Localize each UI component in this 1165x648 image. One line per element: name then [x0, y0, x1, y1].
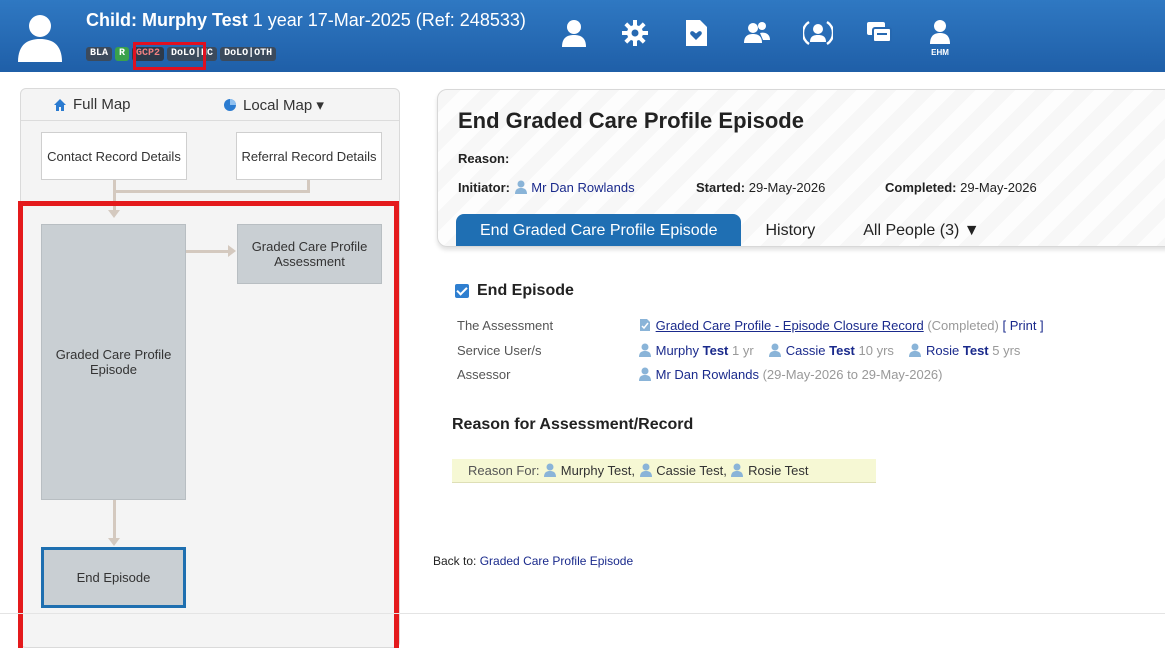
person-icon: [639, 367, 651, 381]
map-highlight-frame: [18, 201, 399, 648]
map-node-contact-record[interactable]: Contact Record Details: [41, 132, 187, 180]
ehm-label: EHM: [931, 48, 949, 57]
person-icon: [769, 343, 782, 357]
initiator-meta: Initiator: Mr Dan Rowlands: [458, 180, 635, 195]
badge-dolo-oth[interactable]: DoLO|OTH: [220, 47, 277, 61]
end-episode-heading: End Episode: [455, 282, 574, 300]
reason-meta: Reason:: [458, 151, 510, 166]
people-icon: [744, 22, 770, 43]
reason-person: Cassie Test,: [656, 463, 727, 478]
document-heart-icon: [686, 20, 707, 46]
episode-card: End Graded Care Profile Episode Reason: …: [437, 89, 1165, 247]
episode-tabs: End Graded Care Profile Episode History …: [456, 212, 1004, 246]
footer-divider: [0, 613, 1165, 614]
person-icon: [544, 463, 557, 477]
documents-button[interactable]: [677, 18, 715, 58]
person-button[interactable]: [555, 18, 593, 58]
app-header: Child: Murphy Test 1 year 17-Mar-2025 (R…: [0, 0, 1165, 72]
person-icon: [639, 463, 652, 477]
initiator-link[interactable]: Mr Dan Rowlands: [531, 180, 634, 195]
badge-r[interactable]: R: [115, 47, 130, 61]
tab-all-people[interactable]: All People (3) ▼: [839, 214, 1003, 246]
person-icon: [731, 463, 744, 477]
child-avatar-icon: [18, 15, 62, 62]
reason-person: Murphy Test,: [560, 463, 635, 478]
messages-button[interactable]: [860, 18, 898, 58]
pie-chart-icon: [224, 99, 236, 111]
back-link[interactable]: Graded Care Profile Episode: [480, 554, 633, 568]
person-icon: [639, 343, 651, 357]
assessment-link[interactable]: Graded Care Profile - Episode Closure Re…: [656, 318, 924, 333]
person-icon: [562, 20, 586, 47]
reason-heading: Reason for Assessment/Record: [452, 416, 694, 433]
tab-end-episode[interactable]: End Graded Care Profile Episode: [456, 214, 742, 246]
map-tabs: Full Map Local Map ▾: [21, 89, 399, 121]
tab-history[interactable]: History: [741, 214, 839, 246]
map-node-referral-record[interactable]: Referral Record Details: [236, 132, 382, 180]
chat-icon: [867, 22, 892, 43]
connector-line: [113, 190, 310, 193]
print-link[interactable]: [ Print ]: [1002, 318, 1043, 333]
assessor-label: Assessor: [457, 367, 511, 382]
contacts-button[interactable]: [799, 18, 837, 58]
checkbox-icon: [455, 284, 469, 298]
badge-bla[interactable]: BLA: [86, 47, 113, 61]
reason-box: Reason For: Murphy Test, Cassie Test, Ro…: [452, 459, 876, 483]
gear-icon: [622, 20, 648, 46]
assessment-status: (Completed): [927, 318, 999, 333]
completed-meta: Completed: 29-May-2026: [885, 180, 1037, 195]
relationships-button[interactable]: [738, 18, 776, 58]
service-users-label: Service User/s: [457, 343, 542, 358]
gcp2-highlight: [133, 42, 206, 70]
reason-person: Rosie Test: [748, 463, 809, 478]
child-title: Child: Murphy Test 1 year 17-Mar-2025 (R…: [86, 10, 526, 30]
service-users-value: Murphy Test 1 yr Cassie Test 10 yrs Rosi…: [638, 343, 1020, 358]
assessor-link[interactable]: Mr Dan Rowlands: [656, 367, 759, 382]
full-map-tab[interactable]: Full Map: [53, 96, 131, 113]
back-to: Back to: Graded Care Profile Episode: [433, 554, 634, 568]
service-user-murphy[interactable]: Murphy Test: [656, 343, 729, 358]
service-user-rosie[interactable]: Rosie Test: [926, 343, 989, 358]
assessment-label: The Assessment: [457, 318, 554, 333]
assessor-value: Mr Dan Rowlands (29-May-2026 to 29-May-2…: [638, 367, 943, 382]
local-map-tab[interactable]: Local Map ▾: [223, 96, 324, 114]
ehm-button[interactable]: EHM: [921, 18, 959, 58]
contact-icon: [803, 20, 833, 46]
person-icon: [514, 180, 527, 194]
document-check-icon: [640, 319, 650, 331]
service-user-cassie[interactable]: Cassie Test: [786, 343, 855, 358]
started-meta: Started: 29-May-2026: [696, 180, 826, 195]
assessment-value: Graded Care Profile - Episode Closure Re…: [638, 318, 1044, 333]
person-icon: [909, 343, 922, 357]
header-toolbar: EHM: [555, 18, 959, 58]
settings-button[interactable]: [616, 18, 654, 58]
home-icon: [54, 98, 66, 111]
page-title: End Graded Care Profile Episode: [458, 108, 804, 133]
ehm-person-icon: [930, 20, 950, 44]
